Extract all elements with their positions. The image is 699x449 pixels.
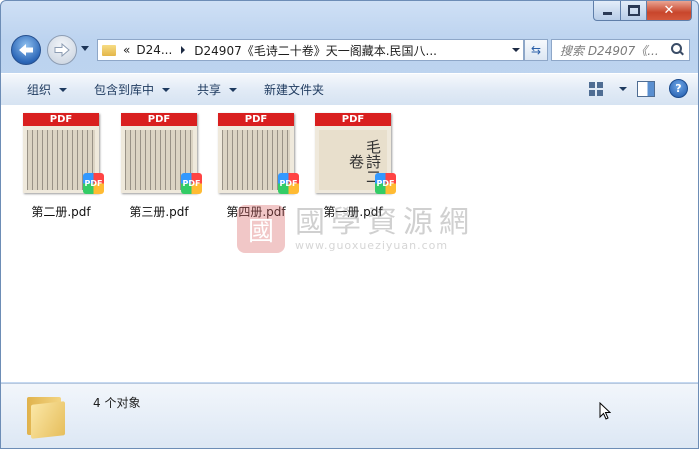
close-button[interactable]: ✕: [647, 1, 692, 21]
forward-button[interactable]: [47, 35, 77, 65]
share-label: 共享: [197, 83, 222, 97]
chevron-down-icon: [162, 87, 171, 92]
breadcrumb-segment[interactable]: D24...: [136, 43, 172, 57]
file-item[interactable]: PDF PDF 第三册.pdf: [111, 113, 207, 220]
watermark-url: www.guoxueziyuan.com: [295, 238, 449, 252]
refresh-icon: ⇆: [530, 43, 542, 57]
pdf-thumbnail: PDF PDF: [119, 113, 202, 194]
change-view-icon[interactable]: [589, 81, 603, 96]
chevron-down-icon: [512, 48, 520, 52]
share-menu[interactable]: 共享: [188, 78, 246, 102]
pdf-banner: PDF: [121, 113, 197, 126]
file-item[interactable]: PDF 毛詩二卷 PDF 第一册.pdf: [305, 113, 401, 220]
minimize-button[interactable]: [593, 1, 621, 21]
pdf-banner: PDF: [315, 113, 391, 126]
forward-arrow-icon: [54, 43, 70, 57]
preview-pane-icon[interactable]: [637, 80, 655, 97]
address-bar[interactable]: « D24... D24907《毛诗二十卷》天一阁藏本.民国八...: [97, 39, 511, 61]
search-box[interactable]: 搜索 D24907《...: [551, 39, 690, 61]
file-item[interactable]: PDF PDF 第二册.pdf: [13, 113, 109, 220]
back-arrow-icon: [19, 44, 33, 56]
view-controls: ?: [589, 79, 688, 98]
pdf-thumbnail: PDF PDF: [216, 113, 299, 194]
search-icon[interactable]: [669, 42, 685, 58]
back-button[interactable]: [11, 35, 41, 65]
include-in-library-menu[interactable]: 包含到库中: [85, 78, 179, 102]
pdf-app-icon: PDF: [278, 173, 299, 194]
item-count: 4 个对象: [93, 396, 141, 410]
details-pane: 4 个对象: [1, 383, 698, 448]
recent-pages-dropdown[interactable]: [81, 46, 89, 51]
file-item[interactable]: PDF PDF 第四册.pdf: [208, 113, 304, 220]
window-controls: ✕: [593, 1, 692, 21]
chevron-down-icon: [229, 87, 238, 92]
pdf-app-icon: PDF: [83, 173, 104, 194]
pdf-banner: PDF: [218, 113, 294, 126]
pdf-banner: PDF: [23, 113, 99, 126]
organize-menu[interactable]: 组织: [18, 78, 76, 102]
file-list[interactable]: PDF PDF 第二册.pdf PDF PDF 第三册.pdf PDF PDF …: [1, 105, 698, 382]
pdf-app-icon: PDF: [181, 173, 202, 194]
refresh-button[interactable]: ⇆: [524, 39, 548, 61]
organize-label: 组织: [27, 83, 52, 97]
maximize-icon: [627, 5, 640, 16]
folder-icon: [102, 44, 116, 56]
breadcrumb-overflow[interactable]: «: [123, 43, 130, 57]
new-folder-label: 新建文件夹: [264, 83, 325, 97]
folder-icon: [27, 393, 67, 439]
file-name[interactable]: 第三册.pdf: [111, 203, 207, 220]
file-name[interactable]: 第二册.pdf: [13, 203, 109, 220]
command-bar: 组织 包含到库中 共享 新建文件夹 ?: [1, 73, 698, 106]
watermark: 國 國學資源網 www.guoxueziyuan.com: [237, 205, 475, 253]
watermark-name: 國學資源網: [295, 204, 475, 240]
pdf-thumbnail: PDF 毛詩二卷 PDF: [313, 113, 396, 194]
close-icon: ✕: [663, 3, 675, 18]
address-dropdown-button[interactable]: [509, 39, 524, 61]
minimize-icon: [602, 12, 612, 15]
breadcrumb-segment-current[interactable]: D24907《毛诗二十卷》天一阁藏本.民国八...: [194, 42, 437, 59]
pdf-app-icon: PDF: [375, 173, 396, 194]
mouse-cursor-icon: [599, 402, 611, 420]
maximize-button[interactable]: [621, 1, 647, 21]
explorer-window: ✕ « D24... D24907《毛诗二十卷》天一阁藏本.民国八... ⇆ 搜…: [0, 0, 699, 449]
help-icon[interactable]: ?: [669, 79, 688, 98]
watermark-logo: 國: [237, 205, 285, 253]
chevron-down-icon: [59, 87, 68, 92]
breadcrumb-separator-icon[interactable]: [181, 46, 186, 54]
new-folder-button[interactable]: 新建文件夹: [255, 78, 333, 102]
pdf-thumbnail: PDF PDF: [21, 113, 104, 194]
include-in-library-label: 包含到库中: [94, 83, 155, 97]
navigation-bar: « D24... D24907《毛诗二十卷》天一阁藏本.民国八... ⇆ 搜索 …: [1, 31, 698, 69]
view-options-chevron-icon[interactable]: [619, 86, 627, 91]
search-input[interactable]: 搜索 D24907《...: [552, 42, 669, 59]
